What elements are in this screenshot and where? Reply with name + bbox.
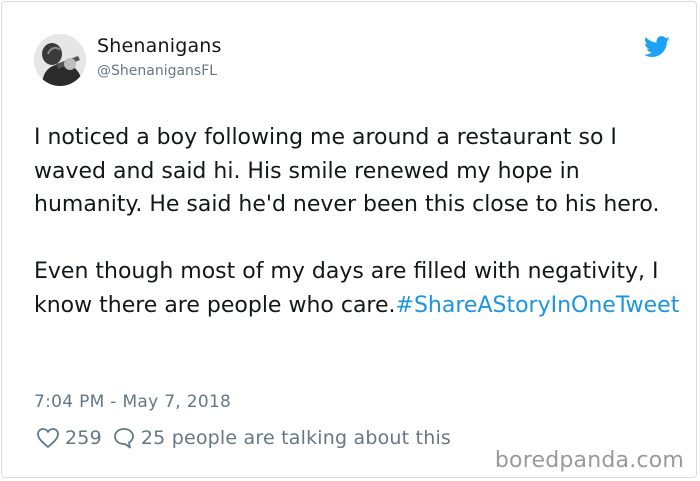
hashtag-link[interactable]: #ShareAStoryInOneTweet xyxy=(396,293,680,318)
talking-count[interactable]: 25 people are talking about this xyxy=(141,427,451,449)
avatar-image xyxy=(34,34,86,86)
engagement-stats: 259 25 people are talking about this xyxy=(36,427,451,449)
speech-bubble-icon[interactable] xyxy=(112,427,136,449)
watermark: boredpanda.com xyxy=(494,448,684,473)
user-display-name[interactable]: Shenanigans xyxy=(97,35,222,57)
user-handle[interactable]: @ShenanigansFL xyxy=(97,63,217,79)
tweet-card: Shenanigans @ShenanigansFL I noticed a b… xyxy=(1,1,697,478)
tweet-timestamp[interactable]: 7:04 PM - May 7, 2018 xyxy=(34,392,231,412)
tweet-text: I noticed a boy following me around a re… xyxy=(34,121,686,322)
tweet-body: I noticed a boy following me around a re… xyxy=(34,125,660,318)
heart-icon[interactable] xyxy=(36,427,60,449)
twitter-bird-icon[interactable] xyxy=(644,36,670,58)
like-count[interactable]: 259 xyxy=(65,427,102,449)
avatar[interactable] xyxy=(34,34,86,86)
